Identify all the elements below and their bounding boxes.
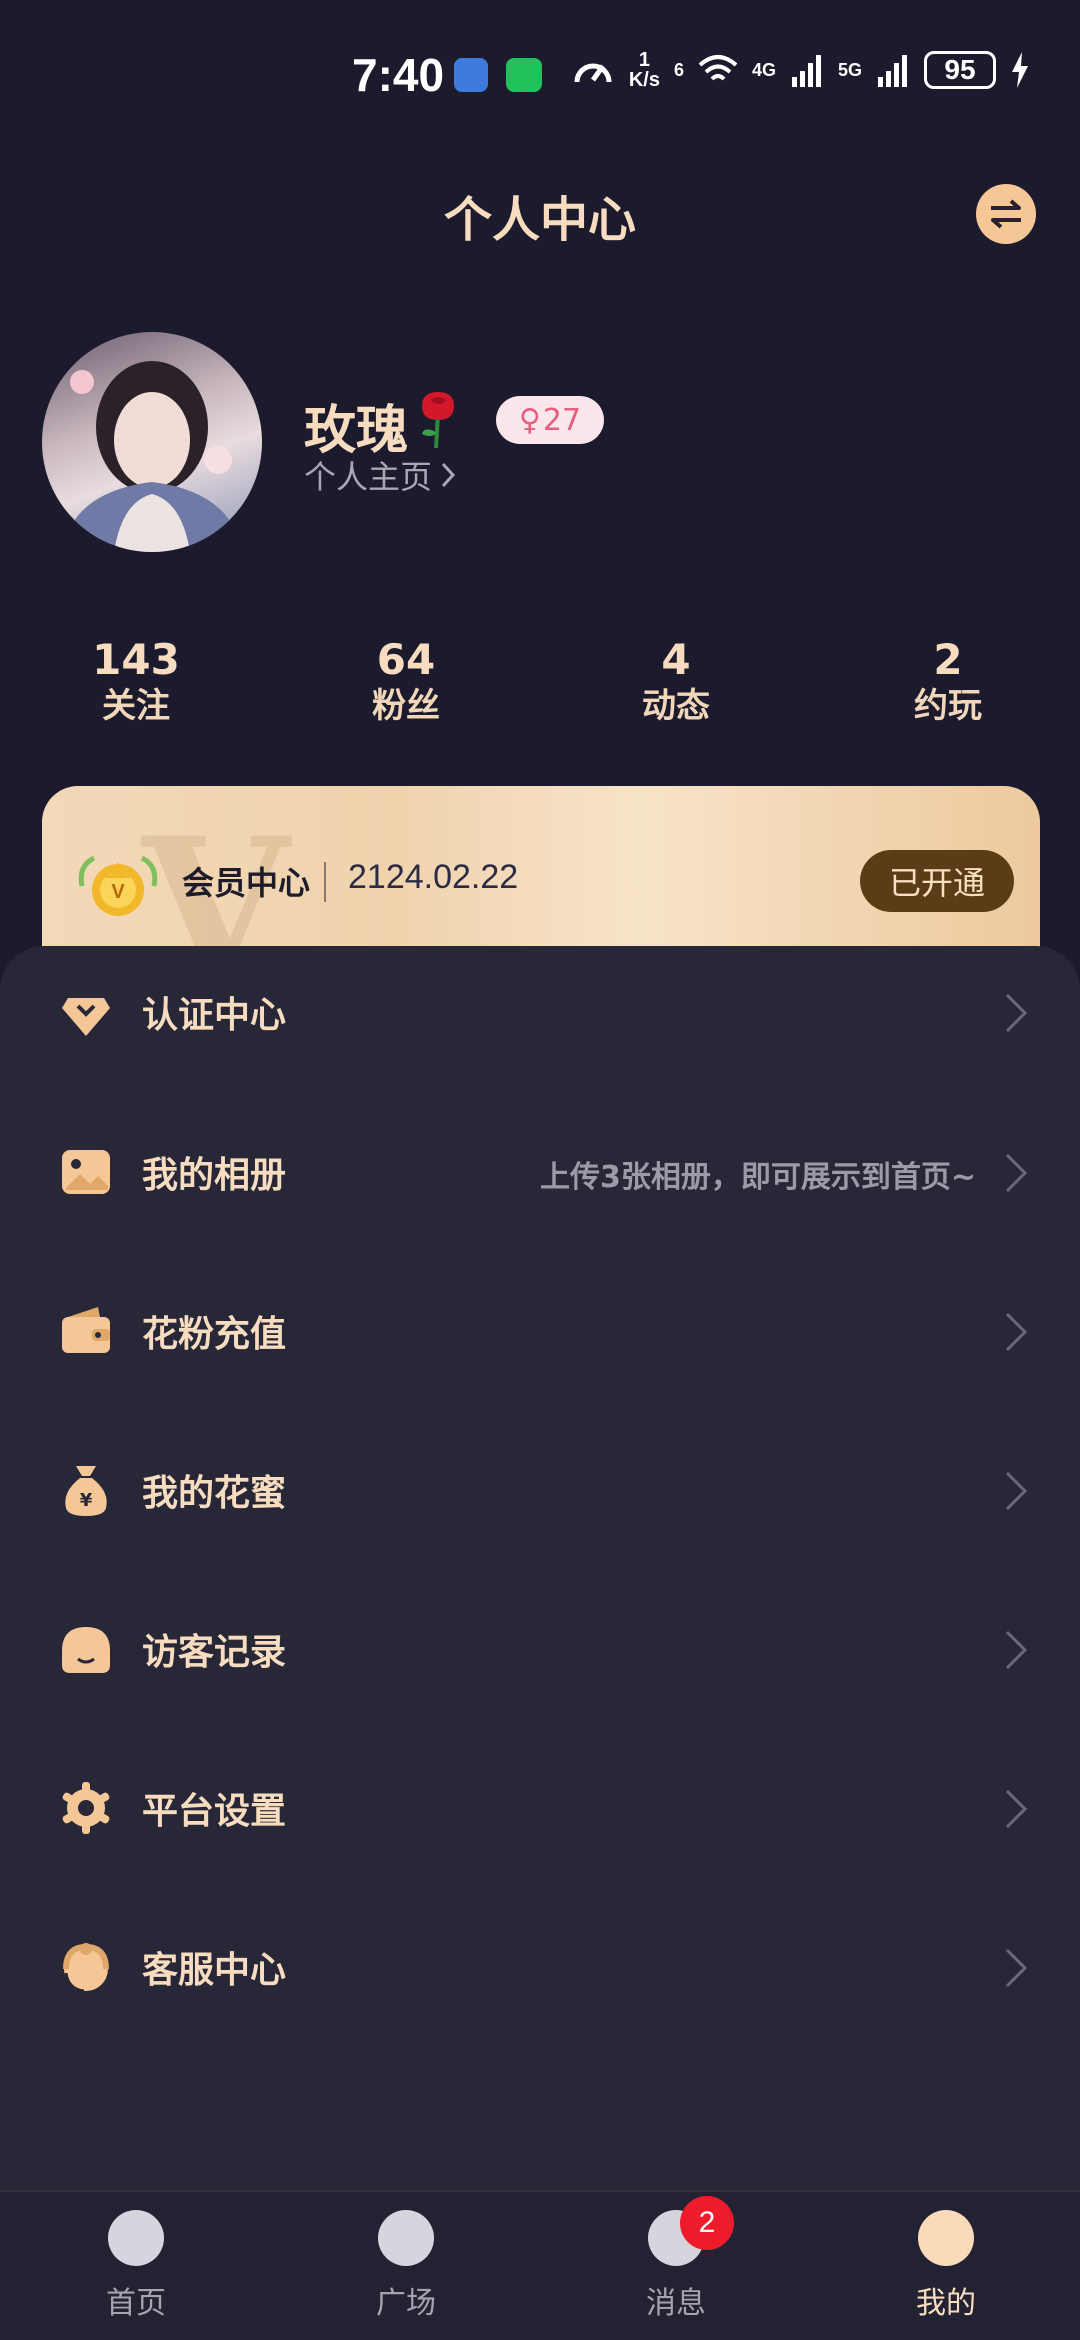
menu-label: 客服中心 (142, 1950, 287, 1991)
square-icon (378, 2210, 434, 2266)
gender-age-badge: ♀ 27 (496, 396, 604, 444)
vip-divider (324, 862, 326, 902)
stat-value: 2 (933, 635, 963, 684)
menu-item-settings[interactable]: 平台设置 (0, 1750, 1080, 1870)
battery-indicator: 95 (924, 51, 996, 89)
stat-fans[interactable]: 64 粉丝 (326, 636, 486, 728)
vip-expiry-date: 2124.02.22 (348, 858, 519, 896)
customer-service-icon (63, 1943, 109, 1993)
stat-value: 4 (661, 635, 691, 684)
homepage-link-label: 个人主页 (304, 458, 433, 496)
stats-row: 143 关注 64 粉丝 4 动态 2 约玩 (0, 636, 1080, 736)
nav-item-mine[interactable]: 我的 (866, 2210, 1026, 2322)
chevron-right-icon (1005, 1630, 1028, 1670)
mine-icon (918, 2210, 974, 2266)
chevron-right-icon (441, 462, 456, 488)
status-bar: 7:40 1 K/s 6 4G 5G 95 (0, 0, 1080, 160)
female-icon: ♀ (518, 402, 541, 438)
homepage-link[interactable]: 个人主页 (304, 452, 456, 498)
usb-icon (454, 58, 488, 92)
chevron-right-icon (1005, 993, 1028, 1033)
svg-text:V: V (111, 881, 125, 903)
chevron-right-icon (1005, 1153, 1028, 1193)
net-speed: 1 K/s (629, 50, 660, 90)
nav-item-square[interactable]: 广场 (326, 2210, 486, 2322)
nav-label: 广场 (376, 2286, 436, 2321)
home-icon (108, 2210, 164, 2266)
menu-label: 花粉充值 (142, 1314, 287, 1355)
charging-icon (1012, 52, 1028, 88)
speedometer-icon (574, 63, 612, 83)
menu-item-nectar[interactable]: ¥ 我的花蜜 (0, 1432, 1080, 1552)
stat-label: 粉丝 (372, 686, 440, 726)
menu-label: 我的花蜜 (142, 1473, 287, 1514)
sim2-label: 5G (837, 59, 862, 80)
nav-item-home[interactable]: 首页 (56, 2210, 216, 2322)
stat-label: 约玩 (914, 686, 982, 726)
nav-label: 消息 (646, 2286, 706, 2321)
menu-item-verification[interactable]: 认证中心 (0, 954, 1080, 1074)
sim1-label: 4G (751, 59, 776, 80)
gear-icon (62, 1782, 110, 1834)
rose-icon (422, 392, 454, 449)
vip-title: 会员中心 (182, 864, 311, 902)
menu-hint: 上传3张相册，即可展示到首页~ (539, 1160, 976, 1195)
stat-posts[interactable]: 4 动态 (596, 636, 756, 728)
menu-item-customer-service[interactable]: 客服中心 (0, 1909, 1080, 2029)
avatar[interactable] (42, 332, 262, 552)
switch-button[interactable] (976, 184, 1036, 244)
menu-label: 认证中心 (142, 995, 287, 1036)
status-time: 7:40 (352, 49, 445, 101)
signal-icon (791, 55, 821, 87)
switch-arrows-icon (991, 199, 1021, 229)
avatar-photo (62, 361, 242, 552)
menu-item-album[interactable]: 我的相册 上传3张相册，即可展示到首页~ (0, 1114, 1080, 1234)
menu-item-recharge[interactable]: 花粉充值 (0, 1273, 1080, 1393)
money-bag-icon: ¥ (65, 1466, 107, 1516)
signal-icon (878, 55, 907, 87)
chevron-right-icon (1005, 1789, 1028, 1829)
wechat-icon (506, 58, 542, 92)
wifi-icon (698, 55, 738, 81)
diamond-icon (62, 998, 110, 1036)
net-speed-unit: K/s (628, 69, 660, 91)
wifi-label: 6 (673, 59, 684, 80)
page-title: 个人中心 (443, 192, 636, 248)
age-value: 27 (542, 402, 582, 438)
vip-crown-badge-icon: V (78, 855, 158, 916)
svg-text:¥: ¥ (80, 1490, 93, 1511)
chevron-right-icon (1005, 1471, 1028, 1511)
stat-label: 关注 (102, 686, 170, 726)
wallet-icon (62, 1307, 110, 1353)
nav-label: 首页 (106, 2286, 166, 2321)
bottom-nav: 首页 广场 消息 我的 (0, 2190, 1080, 2340)
chevron-right-icon (1005, 1948, 1028, 1988)
status-indicators: 1 K/s 6 4G 5G 95 (571, 50, 1030, 90)
vip-status-button[interactable]: 已开通 (860, 850, 1014, 912)
menu-label: 访客记录 (142, 1632, 287, 1673)
net-speed-value: 1 (638, 49, 650, 71)
stat-value: 64 (376, 635, 436, 684)
stat-dates[interactable]: 2 约玩 (868, 636, 1028, 728)
visitor-icon (62, 1627, 110, 1673)
stat-following[interactable]: 143 关注 (56, 636, 216, 728)
photo-album-icon (62, 1150, 110, 1194)
stat-value: 143 (92, 635, 180, 684)
menu-item-visitors[interactable]: 访客记录 (0, 1591, 1080, 1711)
stat-label: 动态 (642, 686, 710, 726)
nav-label: 我的 (916, 2286, 976, 2321)
menu-label: 我的相册 (142, 1155, 287, 1196)
unread-badge: 2 (680, 2196, 734, 2250)
menu-label: 平台设置 (142, 1791, 287, 1832)
chevron-right-icon (1005, 1312, 1028, 1352)
menu-panel: 认证中心 我的相册 上传3张相册，即可展示到首页~ 花粉充值 ¥ 我的花蜜 访客… (0, 946, 1080, 2190)
